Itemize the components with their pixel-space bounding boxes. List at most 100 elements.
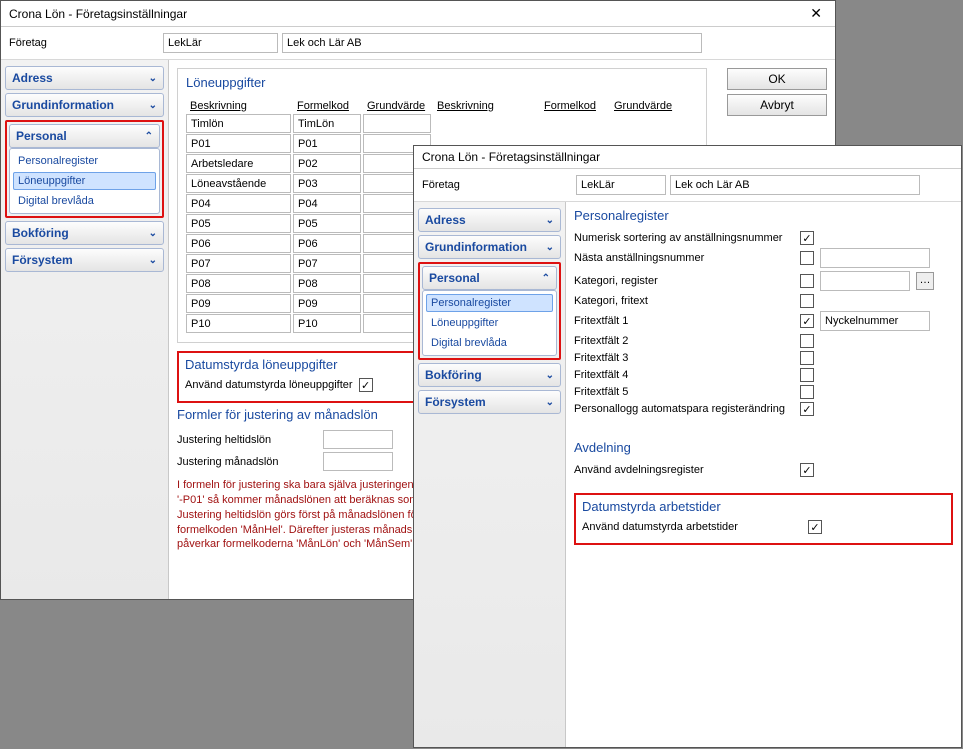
- cell-beskrivning[interactable]: [186, 154, 291, 173]
- cell-beskrivning[interactable]: [186, 234, 291, 253]
- row-fritext3: Fritextfält 3: [574, 351, 953, 365]
- titlebar: Crona Lön - Företagsinställningar ✕: [1, 1, 835, 27]
- titlebar: Crona Lön - Företagsinställningar: [414, 146, 961, 169]
- nav-bokforing[interactable]: Bokföring ⌄: [5, 221, 164, 245]
- nav-forsystem[interactable]: Försystem ⌄: [418, 390, 561, 414]
- checkbox-kategori-fritext[interactable]: [800, 294, 814, 308]
- label: Fritextfält 5: [574, 386, 794, 398]
- nav-bokforing[interactable]: Bokföring ⌄: [418, 363, 561, 387]
- cancel-button[interactable]: Avbryt: [727, 94, 827, 116]
- input-nasta[interactable]: [820, 248, 930, 268]
- sidebar-item-personalregister[interactable]: Personalregister: [426, 294, 553, 312]
- nav-personal[interactable]: Personal ⌃: [422, 266, 557, 290]
- cell-formelkod[interactable]: [293, 314, 361, 333]
- chevron-up-icon: ⌃: [542, 273, 550, 284]
- cell-beskrivning[interactable]: [186, 274, 291, 293]
- cell-formelkod[interactable]: [293, 134, 361, 153]
- input-kategori-register[interactable]: [820, 271, 910, 291]
- cell-formelkod[interactable]: [293, 234, 361, 253]
- cell-beskrivning[interactable]: [186, 254, 291, 273]
- sidebar: Adress ⌄ Grundinformation ⌄ Personal ⌃ P…: [1, 60, 169, 599]
- section-title: Avdelning: [574, 440, 953, 455]
- label: Fritextfält 3: [574, 352, 794, 364]
- label: Nästa anställningsnummer: [574, 252, 794, 264]
- input-justering-heltid[interactable]: [323, 430, 393, 449]
- checkbox-fritext1[interactable]: [800, 314, 814, 328]
- company-name-input[interactable]: [282, 33, 702, 53]
- cell-formelkod[interactable]: [293, 294, 361, 313]
- col-formelkod: Formelkod: [293, 98, 361, 114]
- cell-beskrivning[interactable]: [186, 294, 291, 313]
- label: Fritextfält 1: [574, 315, 794, 327]
- checkbox-fritext4[interactable]: [800, 368, 814, 382]
- checkbox-anvand-datum-arbetstider[interactable]: [808, 520, 822, 534]
- cell-beskrivning[interactable]: [186, 194, 291, 213]
- cell-beskrivning[interactable]: [186, 314, 291, 333]
- row-fritext1: Fritextfält 1: [574, 311, 953, 331]
- sidebar-item-digital-brevlada[interactable]: Digital brevlåda: [426, 334, 553, 352]
- cell-beskrivning[interactable]: [186, 134, 291, 153]
- nav-forsystem[interactable]: Försystem ⌄: [5, 248, 164, 272]
- col-formelkod2: Formelkod: [540, 98, 608, 114]
- ok-button[interactable]: OK: [727, 68, 827, 90]
- input-fritext1[interactable]: [820, 311, 930, 331]
- company-code-input[interactable]: [163, 33, 278, 53]
- row-fritext5: Fritextfält 5: [574, 385, 953, 399]
- label: Justering heltidslön: [177, 434, 317, 446]
- sidebar-item-digital-brevlada[interactable]: Digital brevlåda: [13, 192, 156, 210]
- company-name-input[interactable]: [670, 175, 920, 195]
- grid-row: [186, 114, 698, 133]
- row-anvand-datum-arbetstider: Använd datumstyrda arbetstider: [582, 520, 945, 534]
- chevron-down-icon: ⌄: [149, 228, 157, 239]
- cell-formelkod[interactable]: [293, 194, 361, 213]
- sidebar-item-loneuppgifter[interactable]: Löneuppgifter: [426, 314, 553, 332]
- chevron-down-icon: ⌄: [149, 100, 157, 111]
- checkbox-fritext3[interactable]: [800, 351, 814, 365]
- nav-personal-children: Personalregister Löneuppgifter Digital b…: [422, 290, 557, 356]
- checkbox-nasta[interactable]: [800, 251, 814, 265]
- checkbox-kategori-register[interactable]: [800, 274, 814, 288]
- checkbox-personallogg[interactable]: [800, 402, 814, 416]
- sidebar-item-personalregister[interactable]: Personalregister: [13, 152, 156, 170]
- nav-personal[interactable]: Personal ⌃: [9, 124, 160, 148]
- section-title: Datumstyrda arbetstider: [582, 499, 945, 514]
- row-kategori-fritext: Kategori, fritext: [574, 294, 953, 308]
- cell-formelkod[interactable]: [293, 174, 361, 193]
- checkbox-fritext5[interactable]: [800, 385, 814, 399]
- checkbox-anvand-datum-lone[interactable]: [359, 378, 373, 392]
- cell-formelkod[interactable]: [293, 254, 361, 273]
- nav-grundinformation[interactable]: Grundinformation ⌄: [418, 235, 561, 259]
- section-avdelning: Avdelning Använd avdelningsregister: [574, 440, 953, 477]
- window-title: Crona Lön - Företagsinställningar: [9, 7, 187, 21]
- cell-formelkod[interactable]: [293, 114, 361, 133]
- nav-adress[interactable]: Adress ⌄: [418, 208, 561, 232]
- ellipsis-button[interactable]: …: [916, 272, 934, 290]
- checkbox-numerisk[interactable]: [800, 231, 814, 245]
- label: Använd avdelningsregister: [574, 464, 794, 476]
- checkbox-fritext2[interactable]: [800, 334, 814, 348]
- label: Fritextfält 2: [574, 335, 794, 347]
- button-column: OK Avbryt: [727, 68, 827, 116]
- section-title: Personalregister: [574, 208, 953, 223]
- nav-adress[interactable]: Adress ⌄: [5, 66, 164, 90]
- nav-grundinformation[interactable]: Grundinformation ⌄: [5, 93, 164, 117]
- company-code-input[interactable]: [576, 175, 666, 195]
- label: Kategori, fritext: [574, 295, 794, 307]
- highlight-personal-nav: Personal ⌃ Personalregister Löneuppgifte…: [5, 120, 164, 218]
- cell-beskrivning[interactable]: [186, 174, 291, 193]
- label: Fritextfält 4: [574, 369, 794, 381]
- cell-formelkod[interactable]: [293, 214, 361, 233]
- label: Justering månadslön: [177, 456, 317, 468]
- window-title: Crona Lön - Företagsinställningar: [422, 150, 600, 164]
- sidebar-item-loneuppgifter[interactable]: Löneuppgifter: [13, 172, 156, 190]
- cell-formelkod[interactable]: [293, 154, 361, 173]
- section-datumstyrda-arbetstider: Datumstyrda arbetstider Använd datumstyr…: [574, 493, 953, 545]
- cell-grundvarde[interactable]: [363, 114, 431, 133]
- input-justering-manad[interactable]: [323, 452, 393, 471]
- close-icon[interactable]: ✕: [805, 5, 827, 22]
- cell-formelkod[interactable]: [293, 274, 361, 293]
- cell-beskrivning[interactable]: [186, 114, 291, 133]
- checkbox-label: Använd datumstyrda löneuppgifter: [185, 379, 353, 391]
- checkbox-avdelningsregister[interactable]: [800, 463, 814, 477]
- cell-beskrivning[interactable]: [186, 214, 291, 233]
